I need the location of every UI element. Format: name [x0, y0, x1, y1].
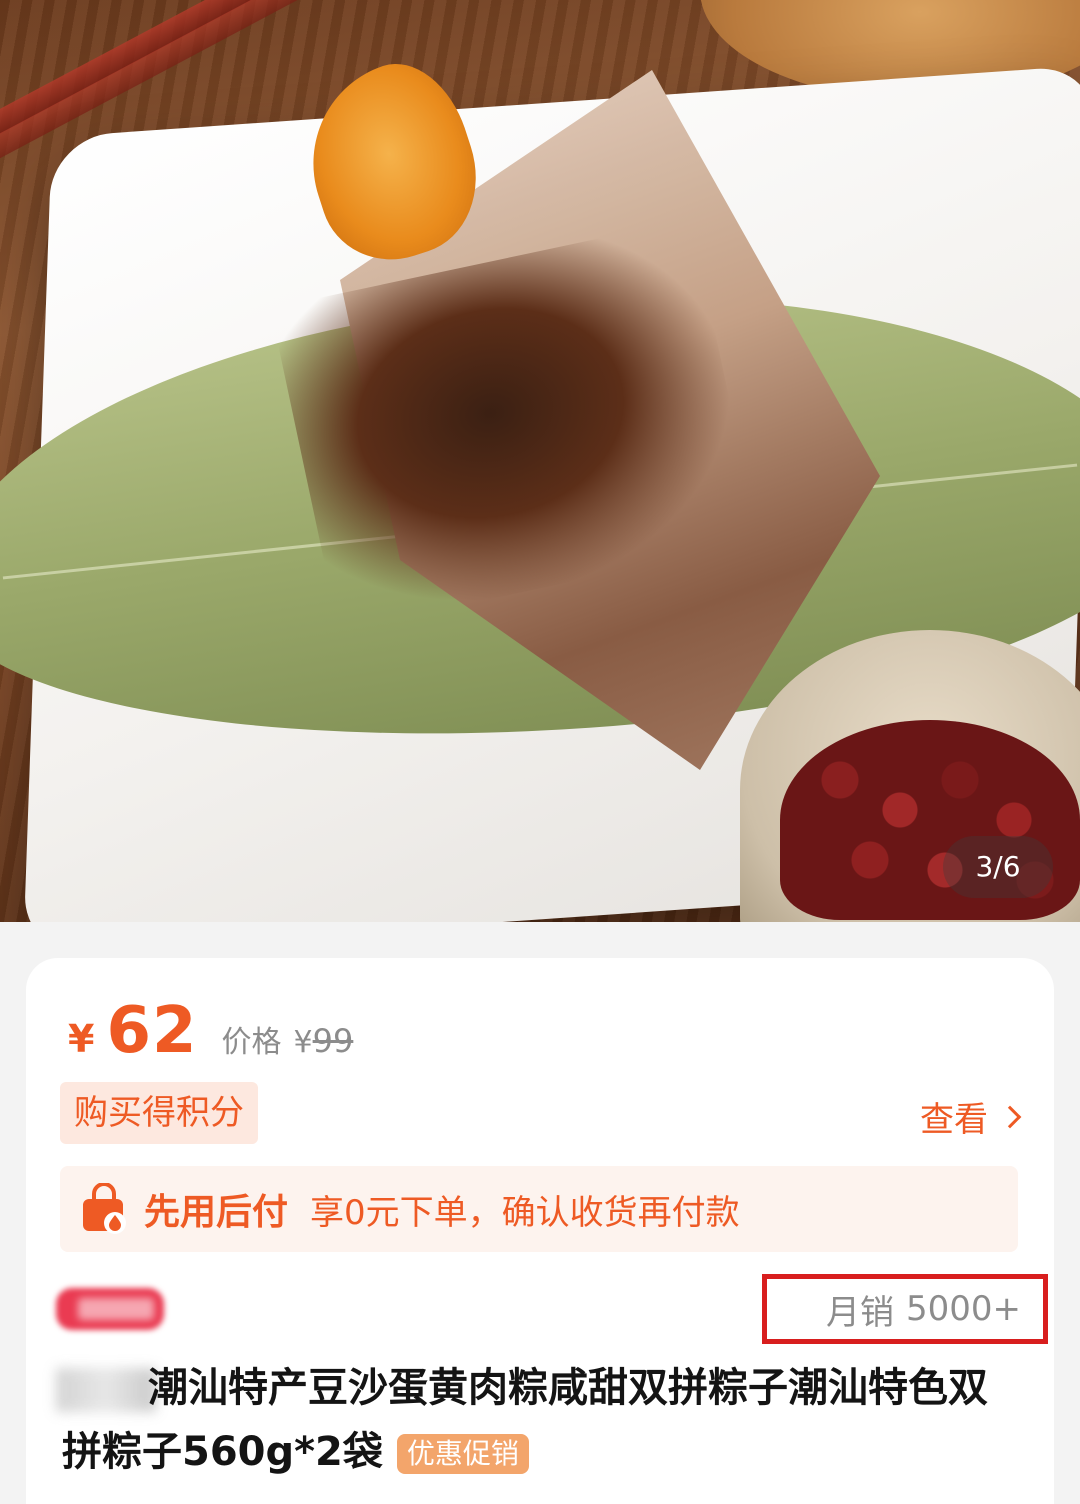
- view-points-label: 查看: [920, 1100, 988, 1140]
- monthly-sales-highlight: 月销 5000+: [762, 1274, 1048, 1344]
- currency-symbol: ¥: [68, 1017, 95, 1061]
- pay-later-title: 先用后付: [144, 1192, 289, 1233]
- promo-badge: 优惠促销: [396, 1434, 529, 1474]
- product-detail-page: 3/6 ¥ 62 价格 ¥ 99 购买得积分 查看 先用后付 享0元下单，确认收…: [0, 0, 1080, 1504]
- original-price-label: 价格: [221, 1025, 282, 1060]
- original-price: 99: [312, 1022, 354, 1060]
- product-image-carousel[interactable]: 3/6: [0, 0, 1080, 922]
- shopping-bag-icon: [80, 1182, 128, 1235]
- pay-later-banner[interactable]: 先用后付 享0元下单，确认收货再付款: [60, 1166, 1018, 1252]
- monthly-sales-value: 5000+: [905, 1289, 1021, 1329]
- product-info-card: ¥ 62 价格 ¥ 99 购买得积分 查看 先用后付 享0元下单，确认收货再付款: [26, 958, 1054, 1504]
- store-tag-blurred-text: [78, 1298, 154, 1320]
- monthly-sales-label: 月销: [825, 1292, 894, 1333]
- current-price: 62: [106, 994, 198, 1068]
- image-page-indicator: 3/6: [943, 836, 1053, 898]
- chevron-right-icon: [998, 1105, 1022, 1128]
- product-title: 潮汕特产豆沙蛋黄肉粽咸甜双拼粽子潮汕特色双拼粽子560g*2袋 优惠促销: [62, 1356, 1022, 1484]
- view-points-link[interactable]: 查看: [920, 1092, 1022, 1141]
- pay-later-description: 享0元下单，确认收货再付款: [310, 1192, 740, 1233]
- points-badge[interactable]: 购买得积分: [60, 1082, 258, 1144]
- price-row: ¥ 62 价格 ¥ 99: [68, 994, 353, 1074]
- original-currency-symbol: ¥: [293, 1025, 313, 1060]
